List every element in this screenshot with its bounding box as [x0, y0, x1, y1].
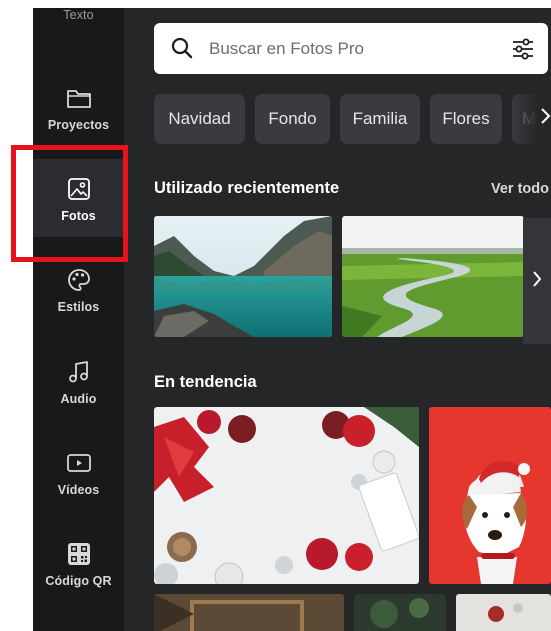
chips-scroll-right[interactable]: [511, 94, 551, 144]
trending-photo-frame[interactable]: [154, 594, 344, 631]
sidebar-item-audio[interactable]: Audio: [33, 342, 124, 420]
chip-fondo[interactable]: Fondo: [255, 94, 330, 144]
sidebar-item-label: Texto: [63, 8, 94, 22]
chevron-right-icon: [531, 269, 543, 294]
sidebar-item-texto[interactable]: Texto: [33, 8, 124, 40]
trending-title: En tendencia: [154, 373, 257, 391]
sidebar-item-proyectos[interactable]: Proyectos: [33, 68, 124, 146]
chip-familia[interactable]: Familia: [340, 94, 420, 144]
see-all-link[interactable]: Ver todo: [491, 181, 549, 197]
video-icon: [65, 449, 93, 477]
recent-scroll-right[interactable]: [523, 218, 551, 344]
sidebar-item-label: Estilos: [57, 300, 100, 314]
trending-photo-christmas-ornaments[interactable]: [154, 407, 419, 584]
sidebar-item-label: Código QR: [45, 574, 112, 588]
fotos-highlight-box: [11, 145, 128, 262]
search-icon: [170, 36, 194, 65]
search-bar[interactable]: [154, 23, 548, 74]
recent-title: Utilizado recientemente: [154, 179, 340, 197]
app-frame: Texto Proyectos Fotos Estilos Audio Víde…: [33, 8, 551, 631]
sidebar-item-codigo-qr[interactable]: Código QR: [33, 524, 124, 602]
chip-flores[interactable]: Flores: [430, 94, 502, 144]
sidebar-item-label: Proyectos: [47, 118, 110, 132]
qr-code-icon: [65, 540, 93, 568]
palette-icon: [65, 266, 93, 294]
recent-photo-river[interactable]: [342, 216, 524, 337]
category-chips: Navidad Fondo Familia Flores M: [154, 94, 551, 144]
sidebar-item-label: Audio: [60, 392, 97, 406]
folder-icon: [65, 84, 93, 112]
trending-photo-holiday[interactable]: [456, 594, 551, 631]
filter-sliders-icon[interactable]: [510, 36, 536, 67]
trending-photo-greenery[interactable]: [354, 594, 446, 631]
chevron-right-icon: [539, 107, 551, 131]
sidebar-item-label: Vídeos: [57, 483, 100, 497]
recent-photo-lake[interactable]: [154, 216, 332, 337]
music-note-icon: [65, 358, 93, 386]
sidebar-item-videos[interactable]: Vídeos: [33, 433, 124, 511]
search-input[interactable]: [209, 23, 489, 74]
trending-photo-dog-santa-hat[interactable]: [429, 407, 551, 584]
sidebar: Texto Proyectos Fotos Estilos Audio Víde…: [33, 8, 124, 631]
chip-navidad[interactable]: Navidad: [154, 94, 245, 144]
photos-panel: Navidad Fondo Familia Flores M Utilizado…: [124, 8, 551, 631]
